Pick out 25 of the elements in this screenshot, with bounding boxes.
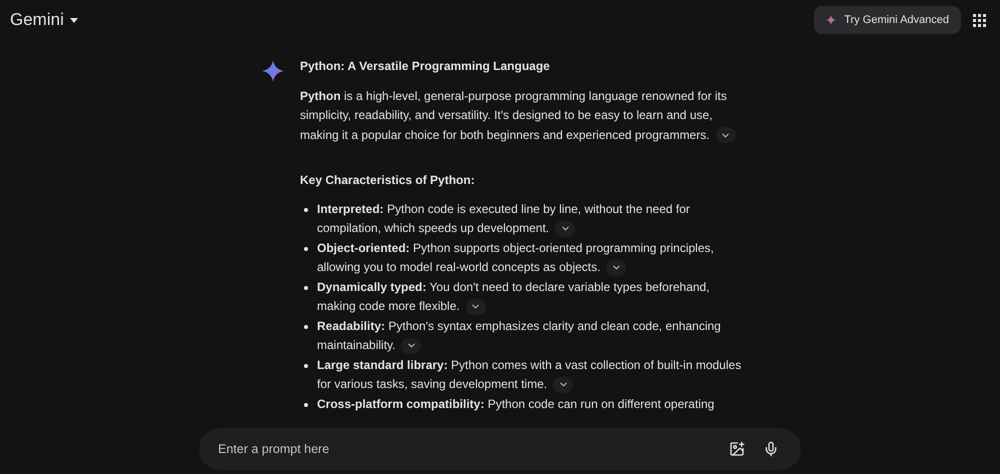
- sparkle-icon: [262, 60, 284, 82]
- upgrade-button[interactable]: Try Gemini Advanced: [814, 6, 961, 34]
- bullet-text: Readability: Python's syntax emphasizes clarity and clean code, enhancing maintainability.: [317, 318, 722, 356]
- bullet-text: Large standard library: Python comes with a vast collection of built-in modules for various tasks, saving development time.: [317, 356, 742, 394]
- bullet-text: Dynamically typed: You don't need to declare variable types beforehand, making code more flexible.: [317, 278, 711, 316]
- image-plus-icon: [729, 441, 745, 457]
- microphone-icon: [763, 441, 779, 457]
- response-title: Python: A Versatile Programming Language: [300, 58, 551, 75]
- source-chip[interactable]: [555, 220, 576, 237]
- prompt-field[interactable]: Enter a prompt here: [218, 440, 725, 458]
- caret-down-icon: [70, 18, 78, 22]
- bullet-text: Cross-platform compatibility: Python code can run on different operating: [317, 396, 714, 412]
- apps-grid-icon[interactable]: [973, 14, 986, 26]
- sparkle-icon: [826, 15, 836, 25]
- source-chip[interactable]: [401, 338, 422, 354]
- source-chip[interactable]: [716, 127, 736, 144]
- model-menu[interactable]: Gemini: [10, 7, 78, 33]
- source-chip[interactable]: [606, 260, 626, 276]
- prompt-bar[interactable]: Enter a prompt here: [199, 428, 801, 470]
- source-chip[interactable]: [553, 376, 574, 393]
- bullet-text: Object-oriented: Python supports object-oriented programming principles, allowing you to model real-world concepts as objects.: [317, 240, 715, 278]
- bullet-text: Interpreted: Python code is executed line by line, without the need for compilation, which speeds up development.: [317, 200, 691, 238]
- source-chip[interactable]: [466, 298, 486, 315]
- response-paragraph: Python is a high-level, general-purpose programming language renowned for its simplicity, readability, and versatility. It's designed to be easy to learn and use, making it a popular choice for both beginners and experienced programmers.: [300, 86, 750, 145]
- section-heading: Key Characteristics of Python:: [300, 172, 476, 189]
